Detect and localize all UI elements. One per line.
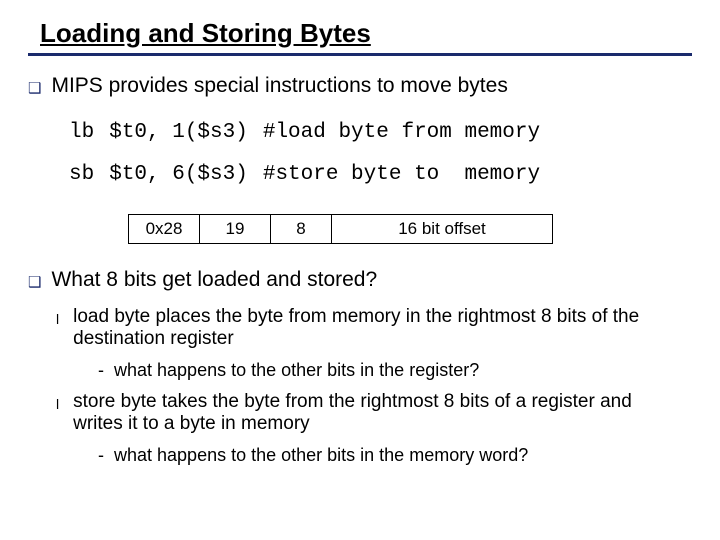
sub-sub-text: what happens to the other bits in the re… xyxy=(114,360,479,381)
bullet-question: ❑ What 8 bits get loaded and stored? xyxy=(28,268,692,292)
code-example-table: lb $t0, 1($s3) #load byte from memory sb… xyxy=(68,112,554,196)
instruction-encoding: 0x28 19 8 16 bit offset xyxy=(128,214,692,244)
table-row: 0x28 19 8 16 bit offset xyxy=(129,214,553,243)
code-op: lb xyxy=(68,112,108,154)
code-comment: #load byte from memory xyxy=(262,112,554,154)
bullet-intro: ❑ MIPS provides special instructions to … xyxy=(28,74,692,98)
sub-sub-bullet-loadbyte-q: - what happens to the other bits in the … xyxy=(98,360,692,381)
table-row: sb $t0, 6($s3) #store byte to memory xyxy=(68,154,554,196)
dash-bullet-icon: - xyxy=(98,445,104,466)
question-text: What 8 bits get loaded and stored? xyxy=(51,268,377,292)
intro-text: MIPS provides special instructions to mo… xyxy=(51,74,507,98)
sub-bullet-icon: l xyxy=(56,396,59,412)
opcode-field: 0x28 xyxy=(129,214,200,243)
sub-sub-text: what happens to the other bits in the me… xyxy=(114,445,528,466)
dash-bullet-icon: - xyxy=(98,360,104,381)
sub-bullet-icon: l xyxy=(56,311,59,327)
rs-field: 19 xyxy=(200,214,271,243)
table-row: lb $t0, 1($s3) #load byte from memory xyxy=(68,112,554,154)
title-container: Loading and Storing Bytes xyxy=(28,18,692,56)
rt-field: 8 xyxy=(271,214,332,243)
sub-text: load byte places the byte from memory in… xyxy=(73,306,663,350)
page-title: Loading and Storing Bytes xyxy=(28,18,371,48)
code-args: $t0, 6($s3) xyxy=(108,154,262,196)
sub-bullet-storebyte: l store byte takes the byte from the rig… xyxy=(56,391,692,435)
sub-text: store byte takes the byte from the right… xyxy=(73,391,663,435)
square-bullet-icon: ❑ xyxy=(28,273,41,291)
code-args: $t0, 1($s3) xyxy=(108,112,262,154)
sub-bullet-loadbyte: l load byte places the byte from memory … xyxy=(56,306,692,350)
code-comment: #store byte to memory xyxy=(262,154,554,196)
square-bullet-icon: ❑ xyxy=(28,79,41,97)
offset-field: 16 bit offset xyxy=(332,214,553,243)
code-op: sb xyxy=(68,154,108,196)
sub-sub-bullet-storebyte-q: - what happens to the other bits in the … xyxy=(98,445,692,466)
